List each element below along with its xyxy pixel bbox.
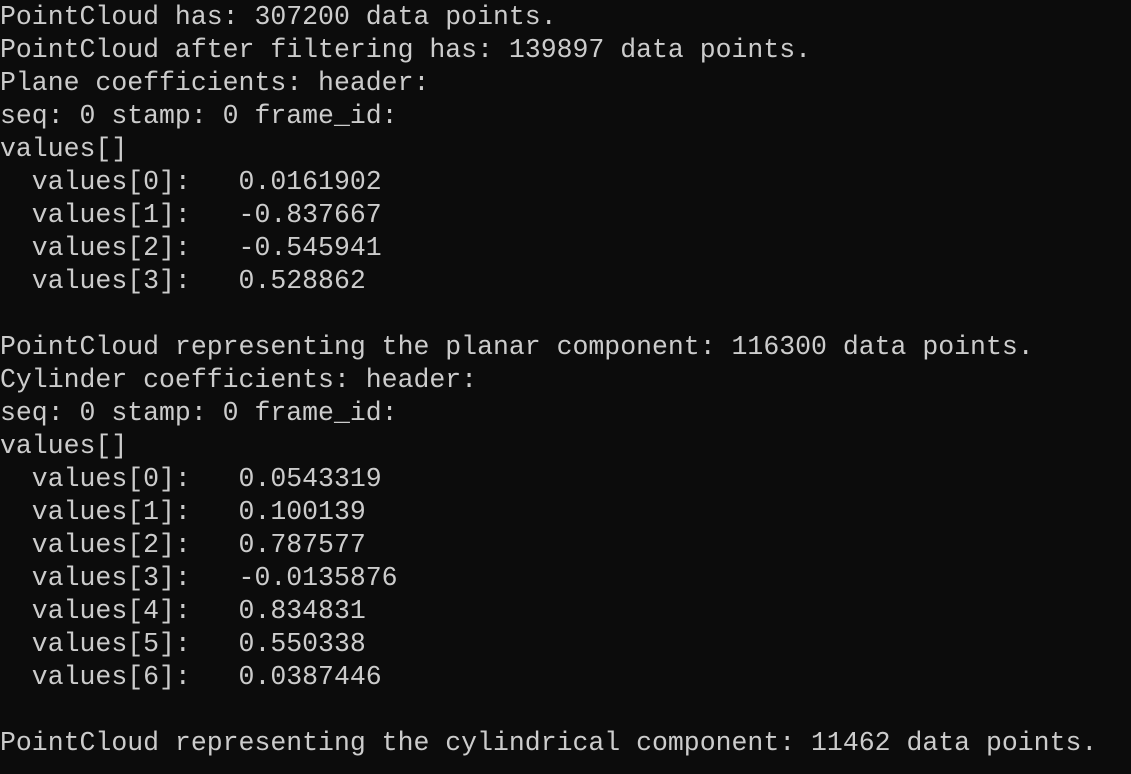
output-line-cylinder-values-label: values[]: [0, 431, 128, 461]
output-line-plane-values-label: values[]: [0, 134, 128, 164]
output-line-blank: [0, 298, 1131, 331]
output-line-cylinder-value-4: values[4]: 0.834831: [0, 596, 366, 626]
output-line-plane-value-2: values[2]: -0.545941: [0, 233, 382, 263]
output-line-plane-value-3: values[3]: 0.528862: [0, 266, 366, 296]
output-line-cylinder-value-3: values[3]: -0.0135876: [0, 563, 398, 593]
output-line-cylinder-seq: seq: 0 stamp: 0 frame_id:: [0, 398, 398, 428]
output-line-cylinder-value-1: values[1]: 0.100139: [0, 497, 366, 527]
output-line-pointcloud-total: PointCloud has: 307200 data points.: [0, 2, 557, 32]
output-line-cylinder-value-6: values[6]: 0.0387446: [0, 662, 382, 692]
output-line-planar-component: PointCloud representing the planar compo…: [0, 332, 1034, 362]
output-line-cylindrical-component: PointCloud representing the cylindrical …: [0, 728, 1098, 758]
output-line-cylinder-header: Cylinder coefficients: header:: [0, 365, 478, 395]
output-line-cylinder-value-2: values[2]: 0.787577: [0, 530, 366, 560]
output-line-plane-value-0: values[0]: 0.0161902: [0, 167, 382, 197]
output-line-pointcloud-filtered: PointCloud after filtering has: 139897 d…: [0, 35, 812, 65]
output-line-cylinder-value-0: values[0]: 0.0543319: [0, 464, 382, 494]
output-line-plane-header: Plane coefficients: header:: [0, 68, 430, 98]
output-line-cylinder-value-5: values[5]: 0.550338: [0, 629, 366, 659]
output-line-plane-value-1: values[1]: -0.837667: [0, 200, 382, 230]
output-line-plane-seq: seq: 0 stamp: 0 frame_id:: [0, 101, 398, 131]
output-line-blank: [0, 694, 1131, 727]
console-output[interactable]: PointCloud has: 307200 data points. Poin…: [0, 0, 1131, 774]
